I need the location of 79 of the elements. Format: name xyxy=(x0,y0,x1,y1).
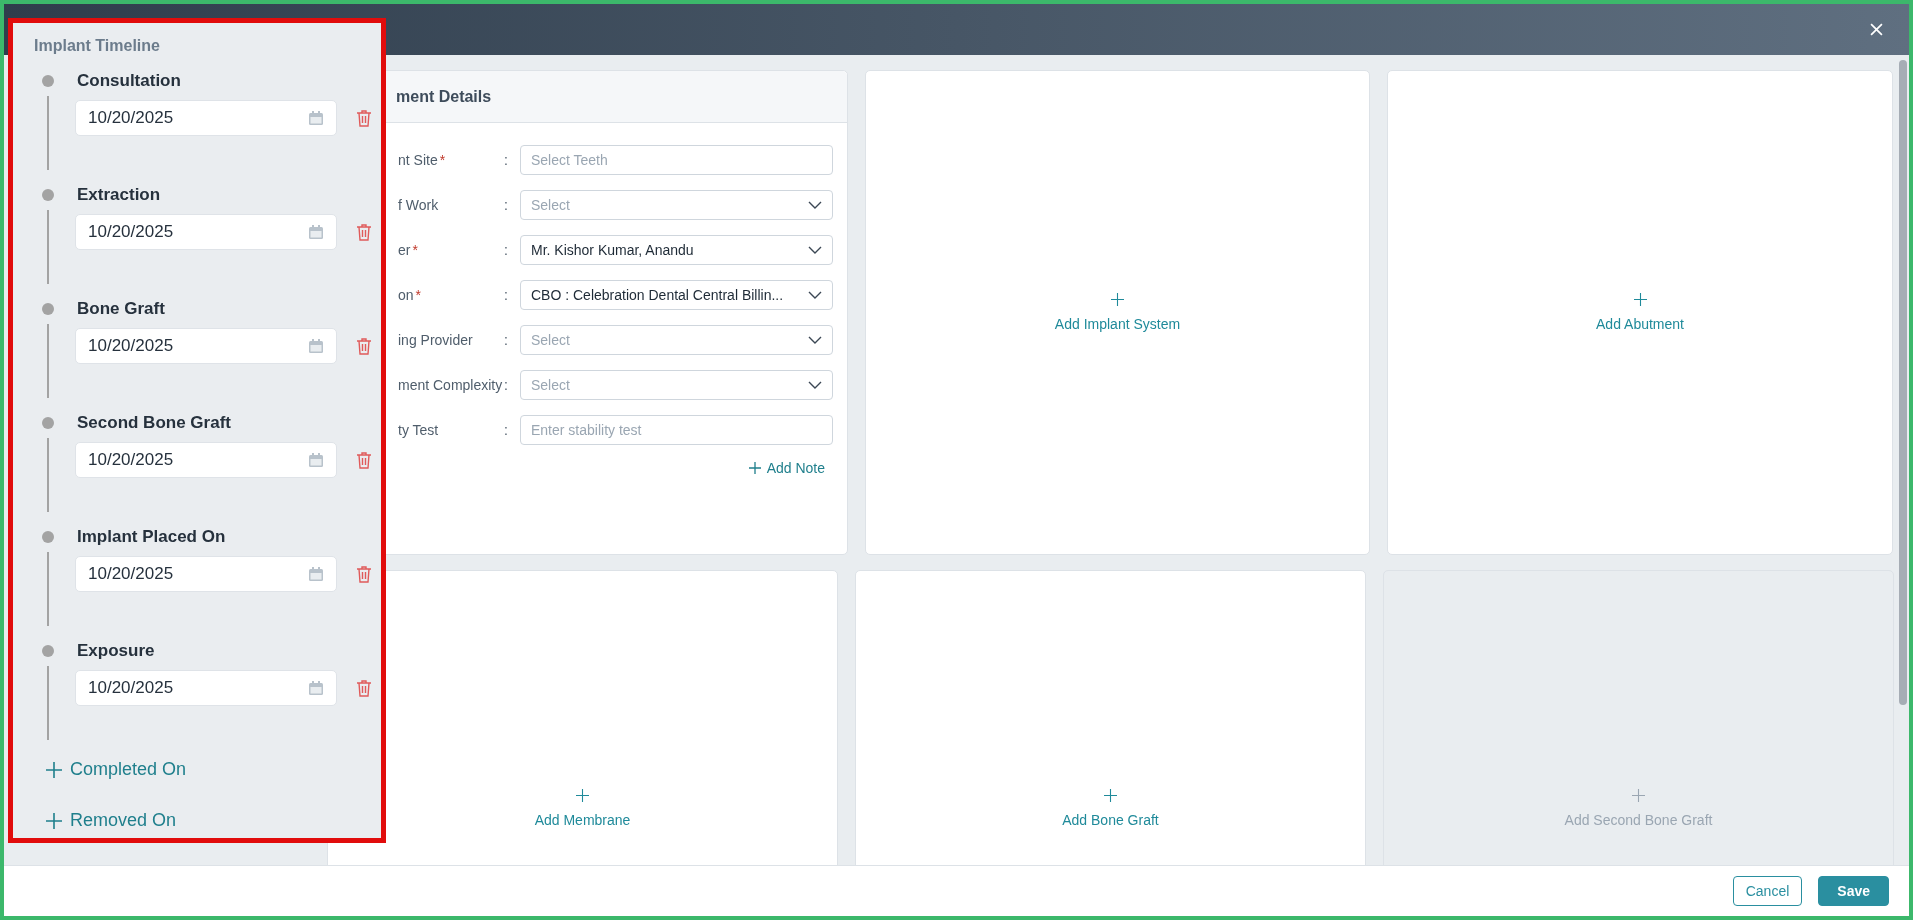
colon: : xyxy=(504,332,509,348)
add-card[interactable]: Add Abutment xyxy=(1387,70,1893,555)
plus-icon xyxy=(748,462,761,474)
date-field[interactable]: 10/20/2025 xyxy=(75,442,337,478)
field-label: on xyxy=(398,287,414,303)
input-field[interactable]: Enter stability test xyxy=(520,415,833,445)
colon: : xyxy=(504,287,509,303)
cancel-button[interactable]: Cancel xyxy=(1732,876,1803,906)
close-icon[interactable] xyxy=(1870,23,1883,36)
date-field[interactable]: 10/20/2025 xyxy=(75,328,337,364)
chevron-down-icon xyxy=(808,246,822,254)
plus-icon xyxy=(46,812,62,829)
date-field[interactable]: 10/20/2025 xyxy=(75,670,337,706)
field-label: nt Site xyxy=(398,152,438,168)
select-field[interactable]: Select xyxy=(520,370,833,400)
timeline-dot xyxy=(42,417,54,429)
calendar-icon xyxy=(308,110,324,126)
event-label: Exposure xyxy=(77,641,155,661)
timeline-dot xyxy=(42,303,54,315)
field-label: ty Test xyxy=(398,422,439,438)
field-label: er xyxy=(398,242,411,258)
save-button[interactable]: Save xyxy=(1818,876,1889,906)
calendar-icon xyxy=(308,680,324,696)
chevron-down-icon xyxy=(808,201,822,209)
card-title: ment Details xyxy=(396,87,492,106)
add-note-link[interactable]: Add Note xyxy=(748,460,825,476)
plus-icon xyxy=(1104,789,1117,802)
timeline-dot xyxy=(42,75,54,87)
required-mark: * xyxy=(412,242,418,258)
chevron-down-icon xyxy=(808,291,822,299)
scrollbar[interactable] xyxy=(1899,60,1907,705)
colon: : xyxy=(504,377,509,393)
select-field[interactable]: CBO : Celebration Dental Central Billin... xyxy=(520,280,833,310)
select-field[interactable]: Select xyxy=(520,190,833,220)
event-label: Implant Placed On xyxy=(77,527,226,547)
trash-icon[interactable] xyxy=(356,109,372,127)
plus-icon xyxy=(576,789,589,802)
event-label: Extraction xyxy=(77,185,161,205)
trash-icon[interactable] xyxy=(356,565,372,583)
chevron-down-icon xyxy=(808,336,822,344)
event-label: Consultation xyxy=(77,71,181,91)
trash-icon[interactable] xyxy=(356,223,372,241)
required-mark: * xyxy=(415,287,422,303)
date-field[interactable]: 10/20/2025 xyxy=(75,214,337,250)
add-date-link[interactable]: Removed On xyxy=(46,810,177,831)
chevron-down-icon xyxy=(808,381,822,389)
select-field[interactable]: Mr. Kishor Kumar, Anandu xyxy=(520,235,833,265)
date-field[interactable]: 10/20/2025 xyxy=(75,100,337,136)
calendar-icon xyxy=(308,566,324,582)
field-label: ment Complexity xyxy=(398,377,503,393)
event-label: Bone Graft xyxy=(77,299,165,319)
trash-icon[interactable] xyxy=(356,451,372,469)
colon: : xyxy=(504,422,509,438)
plus-icon xyxy=(1632,789,1645,802)
colon: : xyxy=(504,152,509,168)
input-field[interactable]: Select Teeth xyxy=(520,145,833,175)
timeline-dot xyxy=(42,645,54,657)
timeline-dot xyxy=(42,189,54,201)
calendar-icon xyxy=(308,224,324,240)
plus-icon xyxy=(46,761,62,778)
plus-icon xyxy=(1633,293,1647,306)
field-label: ing Provider xyxy=(398,332,473,348)
add-card[interactable]: Add Implant System xyxy=(865,70,1370,555)
add-card[interactable]: Add Bone Graft xyxy=(855,570,1366,865)
calendar-icon xyxy=(308,452,324,468)
panel-title: Implant Timeline xyxy=(34,37,161,55)
event-label: Second Bone Graft xyxy=(77,413,231,433)
calendar-icon xyxy=(308,338,324,354)
colon: : xyxy=(504,197,509,213)
plus-icon xyxy=(1111,293,1124,306)
date-field[interactable]: 10/20/2025 xyxy=(75,556,337,592)
colon: : xyxy=(504,242,509,258)
trash-icon[interactable] xyxy=(356,337,372,355)
select-field[interactable]: Select xyxy=(520,325,833,355)
trash-icon[interactable] xyxy=(356,679,372,697)
field-label: f Work xyxy=(398,197,439,213)
required-mark: * xyxy=(439,152,446,168)
add-date-link[interactable]: Completed On xyxy=(46,759,187,780)
timeline-dot xyxy=(42,531,54,543)
